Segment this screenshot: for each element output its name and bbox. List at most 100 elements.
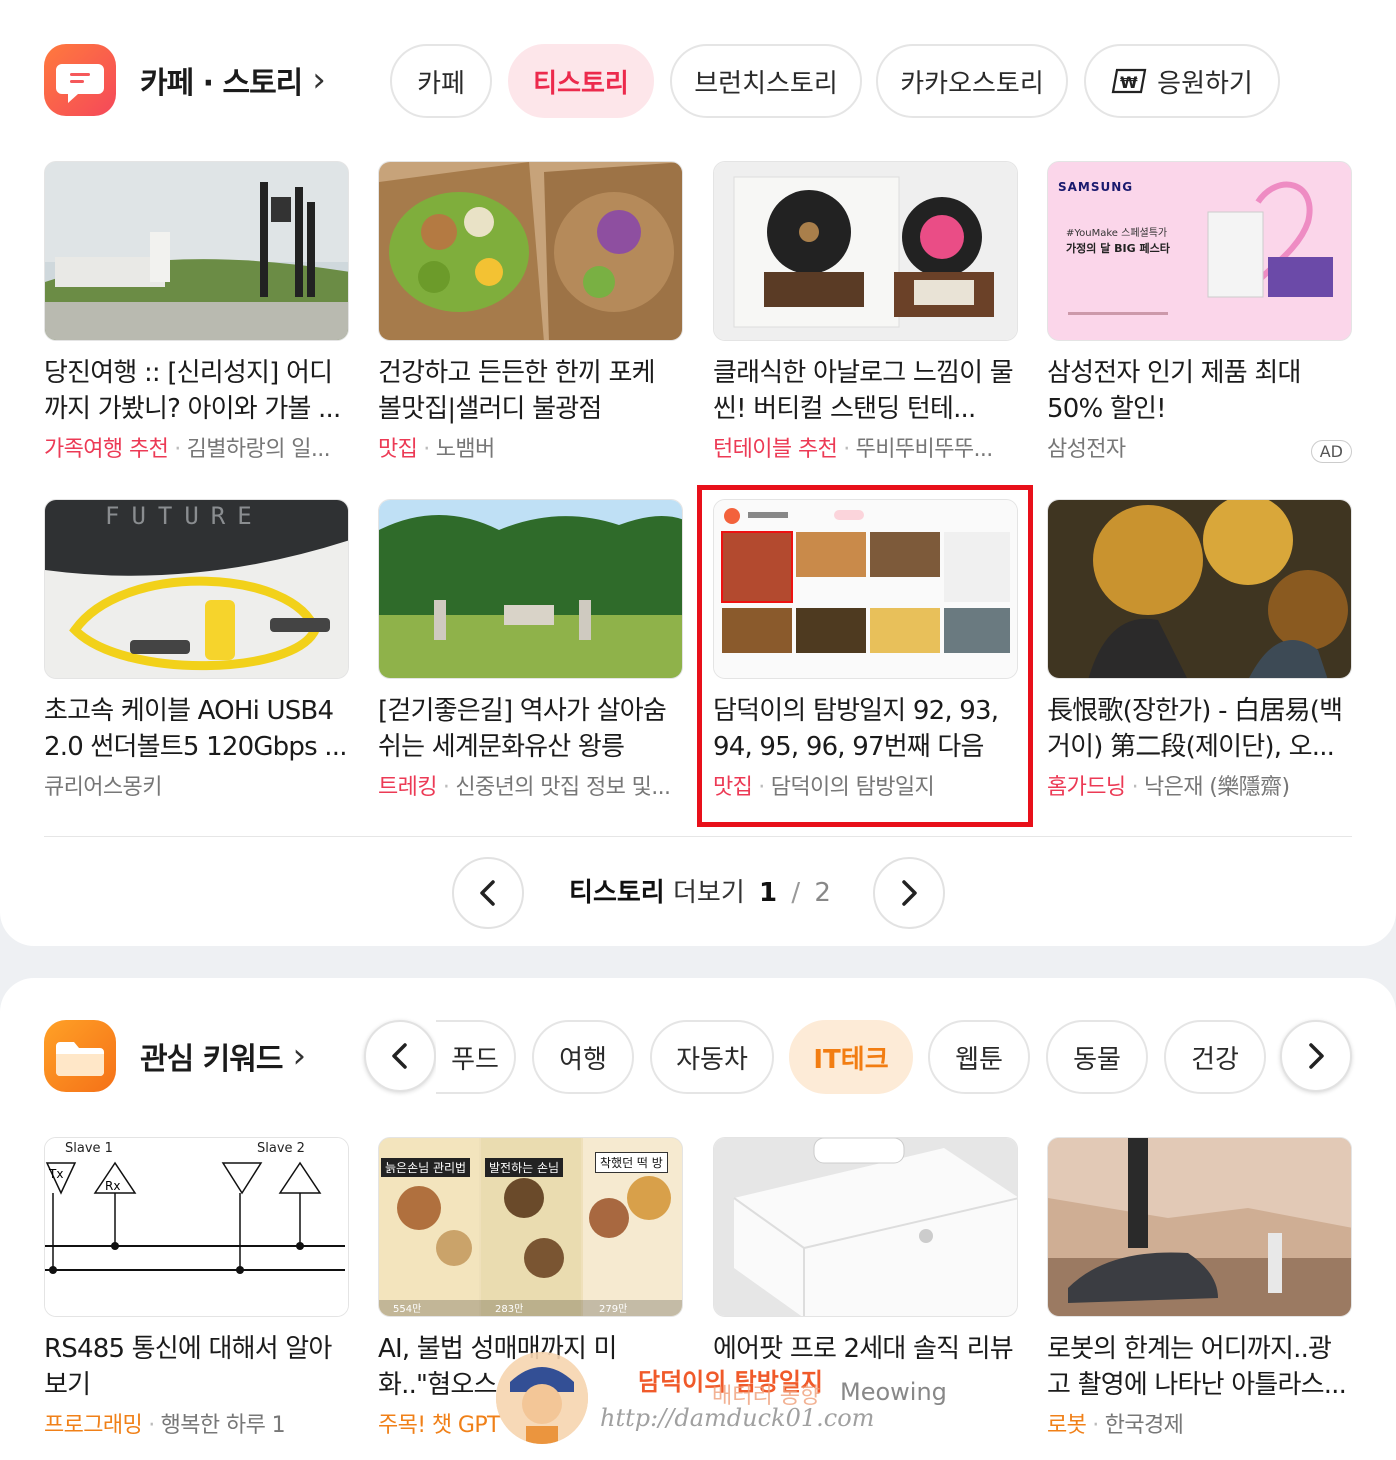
chip-health[interactable]: 건강 — [1164, 1020, 1266, 1094]
chip-brunch[interactable]: 브런치스토리 — [670, 44, 862, 118]
won-support-icon: ₩ — [1111, 68, 1147, 94]
chip-label: 여행 — [559, 1044, 607, 1075]
card-author[interactable]: 한국경제 — [1105, 1413, 1184, 1438]
card-title[interactable]: 삼성전자 인기 제품 최대 50% 할인! — [1047, 355, 1352, 427]
slave2-label: Slave 2 — [257, 1141, 305, 1156]
chip-label: 응원하기 — [1157, 68, 1253, 99]
chip-label: 자동차 — [676, 1044, 748, 1075]
card-title[interactable]: 로봇의 한계는 어디까지..광고 촬영에 나타난 아틀라스... — [1047, 1331, 1352, 1403]
chip-kakaostory[interactable]: 카카오스토리 — [876, 44, 1068, 118]
card-title[interactable]: RS485 통신에 대해서 알아보기 — [44, 1331, 349, 1403]
card-author[interactable]: 뚜비뚜비뚜뚜... — [856, 437, 994, 462]
chip-label: 카카오스토리 — [900, 68, 1044, 99]
chip-food[interactable]: 푸드 — [436, 1020, 516, 1094]
section-title-text: 관심 키워드 — [140, 1042, 283, 1077]
chip-label: 카페 — [417, 68, 465, 99]
chip-label: 브런치스토리 — [694, 68, 838, 99]
card-category[interactable]: 가족여행 추천 — [44, 437, 169, 462]
ad-badge: AD — [1310, 440, 1352, 463]
card-author[interactable]: 삼성전자 — [1047, 437, 1126, 462]
card-meta: 홈가드닝 · 낙은재 (樂隱齋) — [1047, 773, 1352, 803]
chip-tistory[interactable]: 티스토리 — [508, 44, 654, 118]
chevron-right-icon: › — [312, 60, 326, 100]
keyword-card[interactable]: Slave 1 Slave 2 Tx Rx RS485 통신에 대해서 알아보기… — [44, 1137, 349, 1441]
meta-separator: · — [423, 437, 430, 462]
section-title-keywords[interactable]: 관심 키워드 › — [140, 1034, 306, 1078]
card-category[interactable]: 주목! 챗 GPT — [378, 1413, 500, 1438]
story-card[interactable]: 당진여행 :: [신리성지] 어디까지 가봤니? 아이와 가볼 ... 가족여행… — [44, 161, 349, 465]
card-category[interactable]: 홈가드닝 — [1047, 775, 1126, 800]
story-card[interactable]: 클래식한 아날로그 느낌이 물씬! 버티컬 스탠딩 턴테... 턴테이블 추천 ·… — [713, 161, 1018, 465]
chip-travel[interactable]: 여행 — [532, 1020, 634, 1094]
keyword-prev-button[interactable] — [364, 1020, 436, 1092]
chip-webtoon[interactable]: 웹툰 — [928, 1020, 1030, 1094]
story-card[interactable]: [걷기좋은길] 역사가 살아숨쉬는 세계문화유산 왕릉 '서... 트레킹·신중… — [378, 499, 683, 803]
pager-prev-button[interactable] — [452, 857, 524, 929]
thumbnail-church — [44, 161, 349, 341]
samsung-ad-line2: 가정의 달 BIG 페스타 — [1066, 242, 1170, 255]
chip-support[interactable]: ₩ 응원하기 — [1084, 44, 1280, 118]
card-meta: 로봇 · 한국경제 — [1047, 1411, 1352, 1441]
section-title-cafe-story[interactable]: 카페 · 스토리 › — [140, 58, 326, 102]
card-author[interactable]: 김별하랑의 일... — [187, 437, 331, 462]
card-author[interactable]: 행복한 하루 1 — [161, 1413, 286, 1438]
card-author[interactable]: 신중년의 맛집 정보 및... — [455, 775, 671, 800]
svg-text:₩: ₩ — [1120, 73, 1138, 92]
story-card[interactable]: 長恨歌(장한가) - 白居易(백거이) 第二段(제이단), 오... 홈가드닝 ·… — [1047, 499, 1352, 803]
meta-separator: · — [174, 437, 181, 462]
chip-it-tech[interactable]: IT테크 — [789, 1020, 913, 1094]
chip-label: 동물 — [1073, 1044, 1121, 1075]
story-card[interactable]: FUTURE 초고속 케이블 AOHi USB4 2.0 썬더볼트5 120Gb… — [44, 499, 349, 803]
card-category[interactable]: 턴테이블 추천 — [713, 437, 838, 462]
pager-more: 더보기 — [672, 878, 745, 908]
card-title[interactable]: 건강하고 든든한 한끼 포케 볼맛집|샐러디 불광점 — [378, 355, 683, 427]
thumbnail-painting — [1047, 499, 1352, 679]
chevron-left-icon — [392, 1043, 407, 1069]
card-title[interactable]: 클래식한 아날로그 느낌이 물씬! 버티컬 스탠딩 턴테... — [713, 355, 1018, 427]
thumbnail-samsung-ad: SAMSUNG #YouMake 스페셜특가 가정의 달 BIG 페스타 — [1047, 161, 1352, 341]
card-title[interactable]: 초고속 케이블 AOHi USB4 2.0 썬더볼트5 120Gbps ... — [44, 693, 349, 765]
story-card[interactable]: 건강하고 든든한 한끼 포케 볼맛집|샐러디 불광점 맛집 · 노뱀버 — [378, 161, 683, 465]
meta-separator: · — [1092, 1413, 1099, 1438]
card-author[interactable]: 낙은재 (樂隱齋) — [1144, 775, 1290, 800]
thumbnail-usb-cable: FUTURE — [44, 499, 349, 679]
chevron-right-icon: › — [292, 1036, 306, 1076]
thumbnail-rs485-diagram: Slave 1 Slave 2 Tx Rx — [44, 1137, 349, 1317]
card-category[interactable]: 프로그래밍 — [44, 1413, 143, 1438]
meta-separator: · — [148, 1413, 155, 1438]
keyword-next-button[interactable] — [1280, 1020, 1352, 1092]
card-category[interactable]: 맛집 — [378, 437, 418, 462]
card-category[interactable]: 트레킹 — [378, 775, 438, 800]
card-author[interactable]: 큐리어스몽키 — [44, 775, 162, 800]
pager-next-button[interactable] — [873, 857, 945, 929]
divider — [44, 836, 1352, 837]
view-count-1: 554만 — [393, 1304, 422, 1315]
card-meta: 가족여행 추천 · 김별하랑의 일... — [44, 435, 349, 465]
watermark-extra-text: Meowing — [840, 1378, 947, 1406]
webtoon-label-1: 늙은손님 관리법 — [381, 1158, 471, 1177]
thumbnail-airpods — [713, 1137, 1018, 1317]
rx-label: Rx — [105, 1179, 120, 1193]
chevron-right-icon — [1309, 1043, 1324, 1069]
meta-separator: · — [1131, 775, 1139, 800]
card-title[interactable]: 당진여행 :: [신리성지] 어디까지 가봤니? 아이와 가볼 ... — [44, 355, 349, 427]
ad-card[interactable]: SAMSUNG #YouMake 스페셜특가 가정의 달 BIG 페스타 삼성전… — [1047, 161, 1352, 465]
tx-label: Tx — [48, 1167, 63, 1181]
cafe-story-panel: 카페 · 스토리 › 카페 티스토리 브런치스토리 카카오스토리 ₩ 응원하기 — [0, 0, 1396, 946]
chip-animal[interactable]: 동물 — [1046, 1020, 1148, 1094]
chip-label: 건강 — [1191, 1044, 1239, 1075]
thumbnail-royal-tomb — [378, 499, 683, 679]
chip-cafe[interactable]: 카페 — [390, 44, 492, 118]
samsung-brand: SAMSUNG — [1058, 180, 1134, 194]
card-title[interactable]: [걷기좋은길] 역사가 살아숨쉬는 세계문화유산 왕릉 '서... — [378, 693, 683, 765]
pager-label[interactable]: 티스토리 더보기 1 / 2 — [540, 872, 860, 909]
card-author[interactable]: 노뱀버 — [436, 437, 496, 462]
pager-total: 2 — [814, 878, 831, 908]
card-title[interactable]: 長恨歌(장한가) - 白居易(백거이) 第二段(제이단), 오... — [1047, 693, 1352, 765]
folder-app-icon[interactable] — [44, 1020, 116, 1092]
cafe-story-app-icon[interactable] — [44, 44, 116, 116]
card-meta: 트레킹 · 신중년의 맛집 정보 및... — [378, 773, 683, 803]
card-category[interactable]: 로봇 — [1047, 1413, 1087, 1438]
keyword-card[interactable]: 로봇의 한계는 어디까지..광고 촬영에 나타난 아틀라스... 로봇 · 한국경제 — [1047, 1137, 1352, 1441]
chip-car[interactable]: 자동차 — [650, 1020, 774, 1094]
